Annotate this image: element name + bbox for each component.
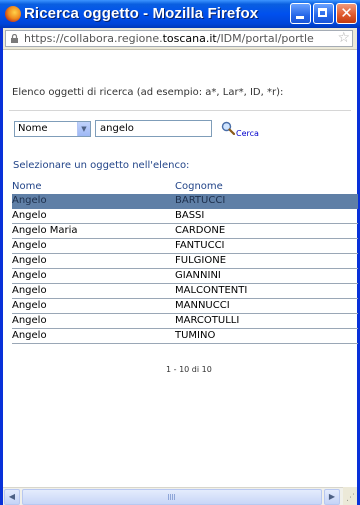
table-row[interactable]: Angelo BARTUCCI	[12, 194, 358, 209]
table-row[interactable]: Angelo MALCONTENTI	[12, 284, 358, 299]
url-suffix: /IDM/portal/portle	[216, 32, 314, 45]
column-header-cognome: Cognome	[175, 181, 223, 192]
cell-nome: Angelo	[12, 255, 47, 266]
address-bar: https://collabora.regione.toscana.it/IDM…	[3, 28, 357, 50]
bookmark-star-icon[interactable]: ☆	[337, 31, 350, 46]
cell-cognome: BARTUCCI	[175, 195, 226, 206]
divider	[9, 110, 351, 111]
resize-grip[interactable]: ⋰	[343, 487, 357, 505]
maximize-icon	[318, 8, 327, 17]
cell-cognome: MALCONTENTI	[175, 285, 248, 296]
search-input[interactable]: angelo	[95, 120, 212, 137]
cell-nome: Angelo	[12, 315, 47, 326]
table-row[interactable]: Angelo GIANNINI	[12, 269, 358, 284]
search-field-select[interactable]: Nome ▼	[14, 121, 91, 137]
cell-nome: Angelo	[12, 285, 47, 296]
chevron-down-icon[interactable]: ▼	[77, 122, 90, 136]
search-field-value: Nome	[18, 123, 48, 134]
cell-cognome: GIANNINI	[175, 270, 221, 281]
cell-cognome: FANTUCCI	[175, 240, 225, 251]
grip-icon	[168, 494, 176, 500]
cell-cognome: MANNUCCI	[175, 300, 230, 311]
pagination-info: 1 - 10 di 10	[166, 365, 212, 374]
cell-nome: Angelo	[12, 270, 47, 281]
page-content: Elenco oggetti di ricerca (ad esempio: a…	[3, 50, 358, 487]
horizontal-scrollbar[interactable]: ◀ ▶	[3, 487, 343, 505]
table-row[interactable]: Angelo BASSI	[12, 209, 358, 224]
scroll-left-button[interactable]: ◀	[4, 489, 20, 505]
cell-nome: Angelo	[12, 330, 47, 341]
cell-cognome: FULGIONE	[175, 255, 227, 266]
cell-nome: Angelo	[12, 300, 47, 311]
scroll-right-button[interactable]: ▶	[324, 489, 340, 505]
cell-nome: Angelo Maria	[12, 225, 78, 236]
url-text: https://collabora.regione.toscana.it/IDM…	[24, 32, 314, 45]
resize-grip-icon: ⋰	[346, 493, 355, 503]
lock-icon	[11, 34, 18, 43]
cell-cognome: TUMINO	[175, 330, 216, 341]
url-field[interactable]: https://collabora.regione.toscana.it/IDM…	[5, 30, 353, 47]
list-prompt: Selezionare un oggetto nell'elenco:	[13, 160, 190, 171]
maximize-button[interactable]	[313, 3, 334, 24]
cell-nome: Angelo	[12, 195, 47, 206]
title-bar[interactable]: Ricerca oggetto - Mozilla Firefox ✕	[0, 0, 360, 28]
table-row[interactable]: Angelo FULGIONE	[12, 254, 358, 269]
table-row[interactable]: Angelo Maria CARDONE	[12, 224, 358, 239]
cell-cognome: BASSI	[175, 210, 205, 221]
scrollbar-thumb[interactable]	[22, 489, 322, 505]
search-icon[interactable]	[221, 121, 235, 135]
cell-cognome: MARCOTULLI	[175, 315, 240, 326]
column-header-nome: Nome	[12, 181, 42, 192]
minimize-icon	[296, 16, 304, 19]
firefox-icon	[5, 6, 21, 22]
table-row[interactable]: Angelo MANNUCCI	[12, 299, 358, 314]
url-prefix: https://collabora.regione.	[24, 32, 163, 45]
table-row[interactable]: Angelo TUMINO	[12, 329, 358, 344]
close-icon: ✕	[340, 4, 353, 22]
table-row[interactable]: Angelo FANTUCCI	[12, 239, 358, 254]
close-button[interactable]: ✕	[336, 3, 357, 24]
cell-nome: Angelo	[12, 240, 47, 251]
url-domain: toscana.it	[162, 32, 217, 45]
minimize-button[interactable]	[290, 3, 311, 24]
table-row[interactable]: Angelo MARCOTULLI	[12, 314, 358, 329]
cell-cognome: CARDONE	[175, 225, 226, 236]
search-button[interactable]: Cerca	[236, 129, 259, 138]
search-instructions: Elenco oggetti di ricerca (ad esempio: a…	[12, 87, 284, 98]
cell-nome: Angelo	[12, 210, 47, 221]
window-title: Ricerca oggetto - Mozilla Firefox	[24, 5, 259, 22]
